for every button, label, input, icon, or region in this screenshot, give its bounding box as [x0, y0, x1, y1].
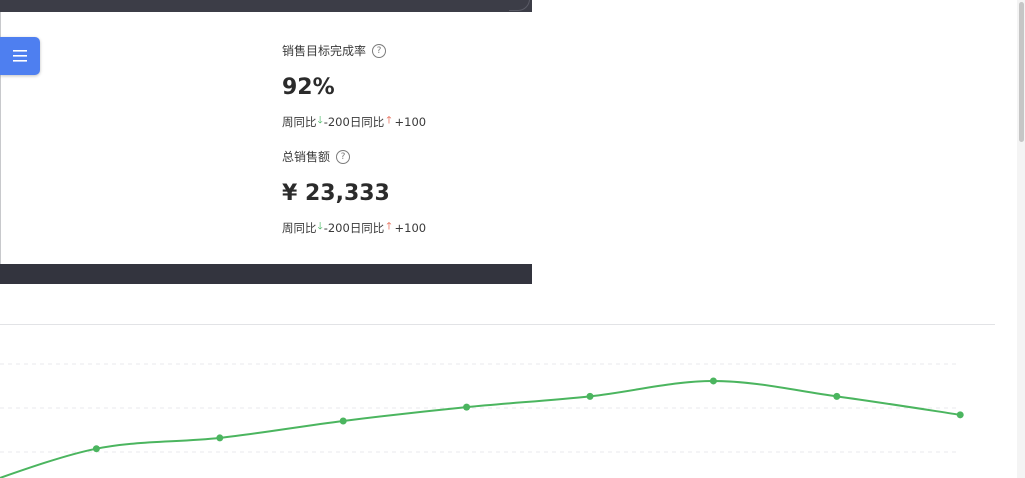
arrow-up-icon: 🡑 — [386, 221, 392, 232]
week-compare-value: -200 — [323, 114, 350, 129]
day-compare-value: +100 — [394, 220, 427, 235]
data-point[interactable] — [92, 445, 100, 453]
card-bottom-bar — [0, 264, 532, 284]
metric-title: 销售目标完成率 ? — [282, 42, 387, 59]
metric-title: 总销售额 ? — [282, 148, 351, 165]
data-point[interactable] — [586, 392, 594, 400]
metric-title-text: 销售目标完成率 — [282, 44, 367, 58]
day-compare-label: 日同比 — [349, 114, 385, 129]
data-point[interactable] — [339, 417, 347, 425]
metric-comparison: 周同比 🡓 -200 日同比 🡑 +100 — [282, 113, 426, 130]
metric-value: 92% — [282, 75, 335, 100]
menu-toggle-button[interactable] — [0, 37, 40, 75]
data-point[interactable] — [833, 392, 841, 400]
menu-icon — [13, 50, 27, 62]
data-point[interactable] — [216, 434, 224, 442]
data-point[interactable] — [709, 377, 717, 385]
arrow-up-icon: 🡑 — [386, 115, 392, 126]
metrics-card — [0, 12, 533, 264]
day-compare-label: 日同比 — [349, 220, 385, 235]
day-compare-value: +100 — [394, 114, 427, 129]
week-compare-value: -200 — [323, 220, 350, 235]
arrow-down-icon: 🡓 — [317, 115, 323, 126]
metric-value: ¥ 23,333 — [282, 181, 390, 206]
help-circle-icon[interactable]: ? — [372, 43, 387, 58]
scrollbar-thumb[interactable] — [1019, 2, 1024, 142]
top-dark-panel — [0, 0, 532, 12]
arrow-down-icon: 🡓 — [317, 221, 323, 232]
series-line — [0, 379, 961, 478]
help-circle-icon[interactable]: ? — [336, 149, 351, 164]
week-compare-label: 周同比 — [282, 220, 317, 235]
sales-line-chart — [0, 363, 964, 478]
vertical-scrollbar[interactable] — [1017, 0, 1025, 478]
metric-title-text: 总销售额 — [282, 150, 331, 164]
metric-comparison: 周同比 🡓 -200 日同比 🡑 +100 — [282, 219, 426, 236]
data-point[interactable] — [463, 403, 471, 411]
data-point[interactable] — [956, 411, 964, 419]
week-compare-label: 周同比 — [282, 114, 317, 129]
